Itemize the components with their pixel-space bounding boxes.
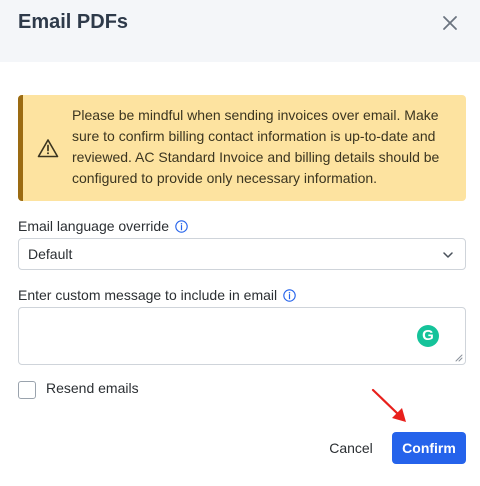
alert-message: Please be mindful when sending invoices … (72, 107, 440, 186)
alert-accent-bar (18, 95, 23, 201)
close-button[interactable] (438, 11, 462, 35)
custom-message-textarea[interactable]: G (18, 307, 466, 365)
language-label-row: Email language override (18, 218, 188, 234)
grammarly-icon[interactable]: G (417, 325, 439, 347)
resize-handle-icon[interactable] (454, 353, 463, 362)
info-icon[interactable] (175, 220, 188, 233)
annotation-arrow-icon (371, 388, 406, 422)
dialog-header: Email PDFs (0, 0, 480, 62)
cancel-button[interactable]: Cancel (320, 432, 382, 464)
warning-alert: Please be mindful when sending invoices … (18, 95, 466, 201)
confirm-button[interactable]: Confirm (392, 432, 466, 464)
message-label: Enter custom message to include in email (18, 287, 278, 303)
message-label-row: Enter custom message to include in email (18, 287, 296, 303)
resend-label[interactable]: Resend emails (46, 380, 139, 396)
language-select[interactable]: Default (18, 238, 466, 270)
close-icon (443, 16, 457, 30)
language-label: Email language override (18, 218, 169, 234)
warning-icon (37, 139, 59, 158)
resend-checkbox[interactable] (18, 381, 36, 399)
language-select-value: Default (28, 246, 73, 262)
chevron-down-icon (443, 252, 453, 258)
info-icon[interactable] (283, 289, 296, 302)
dialog-title: Email PDFs (18, 11, 129, 33)
